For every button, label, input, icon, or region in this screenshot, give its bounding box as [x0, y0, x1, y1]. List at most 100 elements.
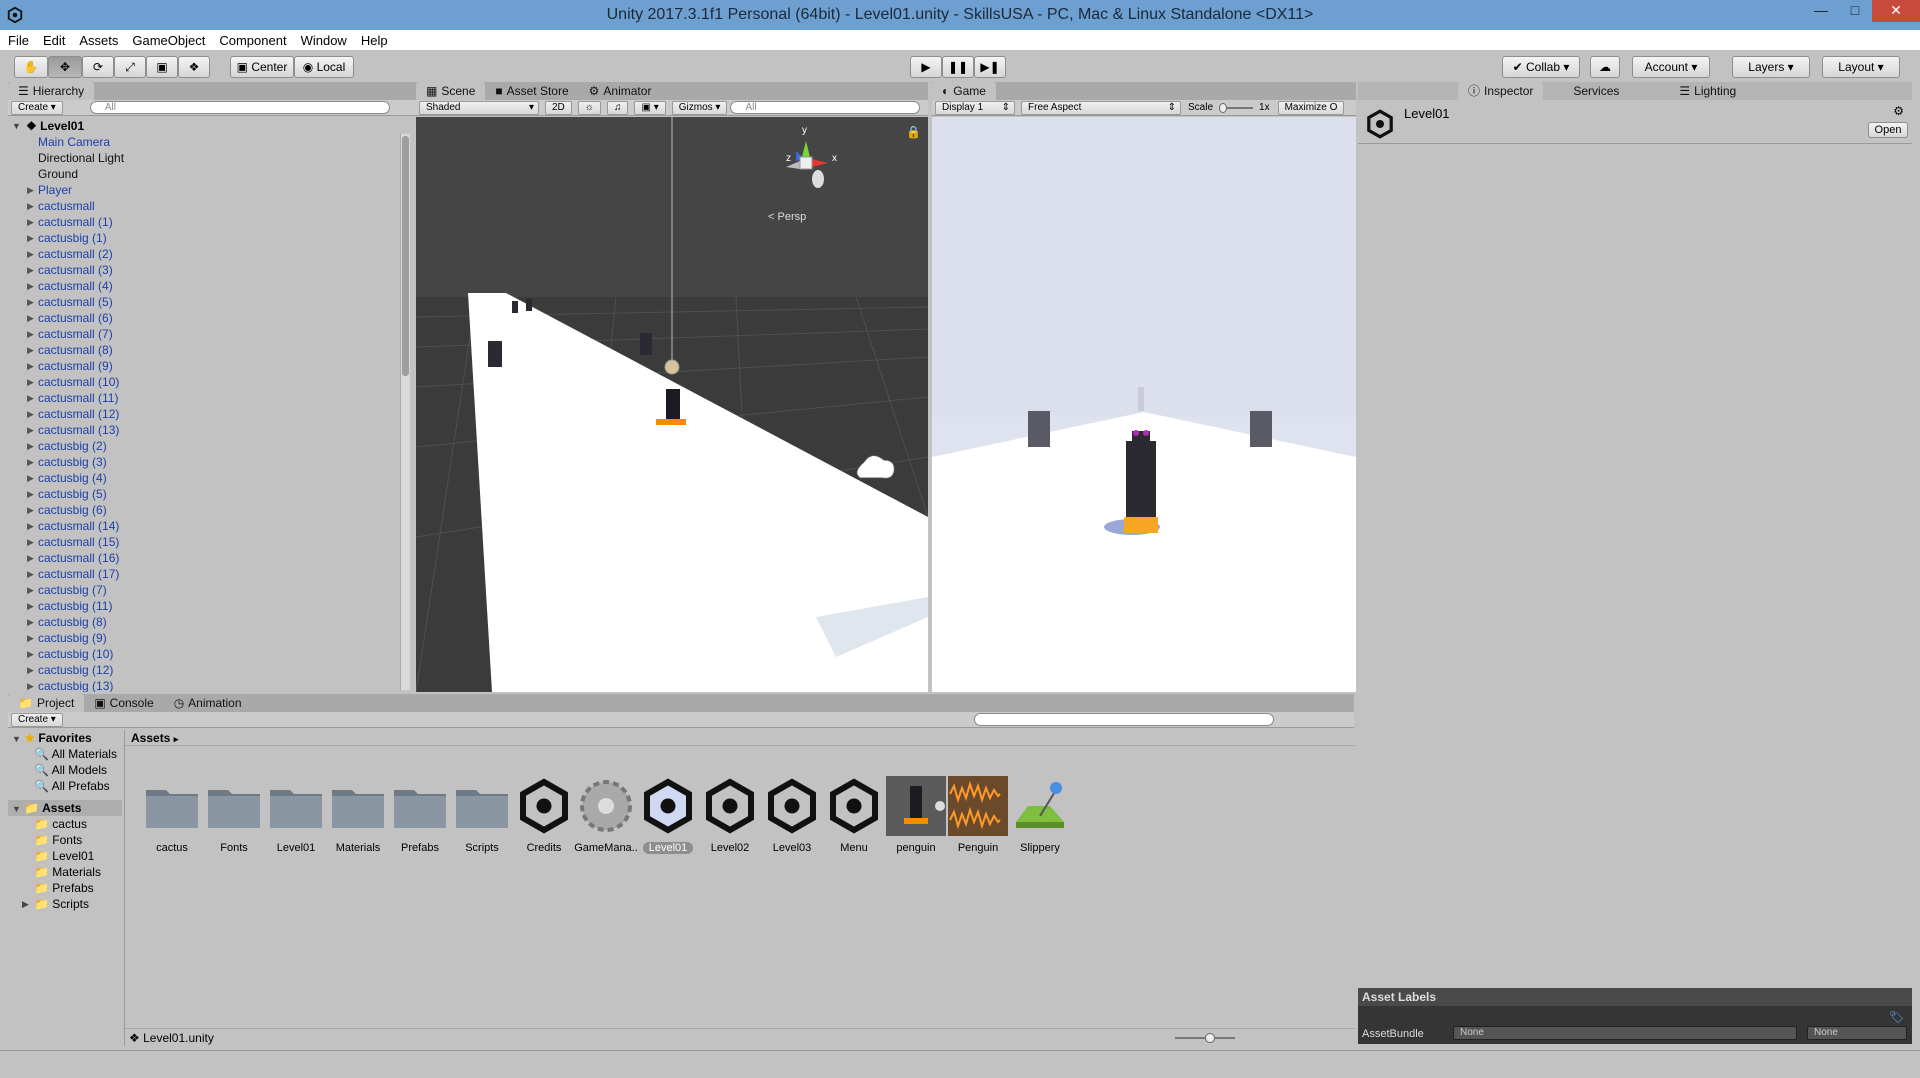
hierarchy-item[interactable]: ▶ cactusmall (11) [8, 390, 324, 406]
hierarchy-item[interactable]: ▶ cactusmall (2) [8, 246, 324, 262]
lock-icon[interactable]: 🔒 [906, 125, 921, 139]
tab-hierarchy[interactable]: ☰ Hierarchy [8, 82, 95, 100]
layout-dropdown[interactable]: Layout ▾ [1822, 56, 1900, 78]
hierarchy-item[interactable]: ▶ cactusmall (3) [8, 262, 324, 278]
expand-arrow-icon[interactable]: ▶ [27, 470, 34, 486]
account-dropdown[interactable]: Account ▾ [1632, 56, 1710, 78]
pivot-local-button[interactable]: ◉ Local [294, 56, 354, 78]
scene-search-input[interactable]: All [730, 101, 921, 114]
breadcrumb[interactable]: Assets ▸ [125, 730, 1355, 746]
expand-arrow-icon[interactable]: ▶ [27, 486, 34, 502]
collab-dropdown[interactable]: ✔ Collab ▾ [1502, 56, 1580, 78]
expand-arrow-icon[interactable]: ▶ [27, 534, 34, 550]
hierarchy-scroll-thumb[interactable] [402, 136, 409, 376]
audio-toggle[interactable]: ♫ [606, 100, 629, 115]
lighting-toggle[interactable]: ☼ [577, 100, 601, 115]
hierarchy-item[interactable]: ▶ cactusbig (8) [8, 614, 324, 630]
expand-arrow-icon[interactable]: ▶ [27, 342, 34, 358]
rect-tool-button[interactable]: ▣ [146, 56, 178, 78]
close-icon[interactable]: ✕ [1872, 0, 1920, 22]
rotate-tool-button[interactable]: ⟳ [82, 56, 114, 78]
project-search-input[interactable] [974, 713, 1274, 726]
expand-arrow-icon[interactable]: ▶ [27, 630, 34, 646]
expand-arrow-icon[interactable]: ▶ [27, 310, 34, 326]
expand-arrow-icon[interactable]: ▶ [27, 326, 34, 342]
scene-gizmo[interactable]: y x z [766, 125, 846, 197]
settings-gear-icon[interactable]: ⚙ [1893, 104, 1904, 118]
hierarchy-item[interactable]: ▶ cactusbig (6) [8, 502, 324, 518]
expand-arrow-icon[interactable]: ▶ [27, 422, 34, 438]
hand-tool-button[interactable]: ✋ [14, 56, 48, 78]
assets-root-row[interactable]: ▼ 📁 Assets [8, 800, 122, 816]
tab-project[interactable]: 📁 Project [8, 694, 85, 712]
hierarchy-item[interactable]: ▶ cactusmall (5) [8, 294, 324, 310]
hierarchy-item[interactable]: ▶ cactusmall (6) [8, 310, 324, 326]
expand-arrow-icon[interactable]: ▶ [27, 230, 34, 246]
menu-component[interactable]: Component [219, 33, 286, 48]
hierarchy-item[interactable]: ▶ cactusmall (10) [8, 374, 324, 390]
step-button[interactable]: ▶❚ [974, 56, 1006, 78]
asset-folder-item[interactable]: ▶ 📁 Scripts [8, 896, 122, 912]
scale-slider-thumb[interactable] [1219, 102, 1228, 113]
tab-console[interactable]: ▣ Console [84, 694, 163, 712]
effects-dropdown[interactable]: ▣ ▾ [634, 100, 666, 115]
open-button[interactable]: Open [1868, 122, 1908, 138]
aspect-dropdown[interactable]: Free Aspect ⇕ [1021, 100, 1181, 115]
asset-item[interactable]: Slippery [1003, 776, 1077, 854]
expand-arrow-icon[interactable]: ▶ [27, 502, 34, 518]
tab-services[interactable]: Services [1563, 82, 1629, 100]
gizmos-dropdown[interactable]: Gizmos ▾ [671, 100, 728, 115]
hierarchy-item[interactable]: ▶ cactusmall (13) [8, 422, 324, 438]
hierarchy-item[interactable]: ▶ cactusmall (4) [8, 278, 324, 294]
hierarchy-search-input[interactable]: All [89, 101, 390, 114]
hierarchy-item[interactable]: Directional Light [8, 150, 324, 166]
hierarchy-item[interactable]: ▶ cactusmall (9) [8, 358, 324, 374]
shading-dropdown[interactable]: Shaded ▾ [419, 100, 539, 115]
expand-arrow-icon[interactable]: ▶ [27, 614, 34, 630]
hierarchy-item[interactable]: ▶ cactusbig (4) [8, 470, 324, 486]
variant-dropdown[interactable]: None [1807, 1026, 1907, 1040]
maximize-icon[interactable]: □ [1838, 0, 1872, 22]
hierarchy-item[interactable]: ▶ cactusbig (3) [8, 454, 324, 470]
asset-folder-item[interactable]: 📁 Prefabs [8, 880, 122, 896]
expand-arrow-icon[interactable]: ▶ [27, 182, 34, 198]
asset-folder-item[interactable]: 📁 Fonts [8, 832, 122, 848]
expand-arrow-icon[interactable]: ▶ [22, 896, 29, 912]
cloud-button[interactable]: ☁ [1590, 56, 1620, 78]
expand-arrow-icon[interactable]: ▶ [27, 646, 34, 662]
scene-view[interactable]: y x z < Persp 🔒 [416, 117, 928, 692]
asset-folder-item[interactable]: 📁 Level01 [8, 848, 122, 864]
tab-inspector[interactable]: ⓘ Inspector [1458, 82, 1544, 100]
scale-slider[interactable] [1219, 102, 1254, 113]
hierarchy-item[interactable]: ▶ cactusbig (10) [8, 646, 324, 662]
tab-animator[interactable]: ⚙ Animator [579, 82, 662, 100]
favorite-item[interactable]: 🔍 All Materials [8, 746, 122, 762]
hierarchy-item[interactable]: ▶ cactusmall (1) [8, 214, 324, 230]
game-view[interactable] [932, 117, 1356, 692]
transform-tool-button[interactable]: ❖ [178, 56, 210, 78]
asset-folder-item[interactable]: 📁 cactus [8, 816, 122, 832]
display-dropdown[interactable]: Display 1 ⇕ [935, 100, 1015, 115]
icon-size-slider[interactable] [1175, 1033, 1235, 1043]
hierarchy-item[interactable]: ▶ cactusbig (13) [8, 678, 324, 692]
expand-arrow-icon[interactable]: ▶ [27, 582, 34, 598]
expand-arrow-icon[interactable]: ▶ [27, 662, 34, 678]
favorites-row[interactable]: ▼ ★ Favorites [8, 730, 122, 746]
tag-icon[interactable]: 🏷 [1889, 1010, 1904, 1024]
expand-arrow-icon[interactable]: ▶ [27, 406, 34, 422]
hierarchy-item[interactable]: ▶ cactusmall (14) [8, 518, 324, 534]
hierarchy-item[interactable]: ▶ cactusbig (12) [8, 662, 324, 678]
maximize-on-play-toggle[interactable]: Maximize O [1277, 100, 1345, 115]
hierarchy-create-dropdown[interactable]: Create ▾ [11, 100, 63, 115]
favorite-item[interactable]: 🔍 All Models [8, 762, 122, 778]
expand-arrow-icon[interactable]: ▶ [27, 550, 34, 566]
favorite-item[interactable]: 🔍 All Prefabs [8, 778, 122, 794]
expand-arrow-icon[interactable]: ▶ [27, 438, 34, 454]
expand-arrow-icon[interactable]: ▶ [27, 198, 34, 214]
tab-animation[interactable]: ◷ Animation [164, 694, 252, 712]
hierarchy-item[interactable]: ▶ cactusbig (9) [8, 630, 324, 646]
menu-window[interactable]: Window [301, 33, 347, 48]
project-create-dropdown[interactable]: Create ▾ [11, 712, 63, 727]
tab-scene[interactable]: ▦ Scene [416, 82, 486, 100]
expand-arrow-icon[interactable]: ▶ [27, 214, 34, 230]
